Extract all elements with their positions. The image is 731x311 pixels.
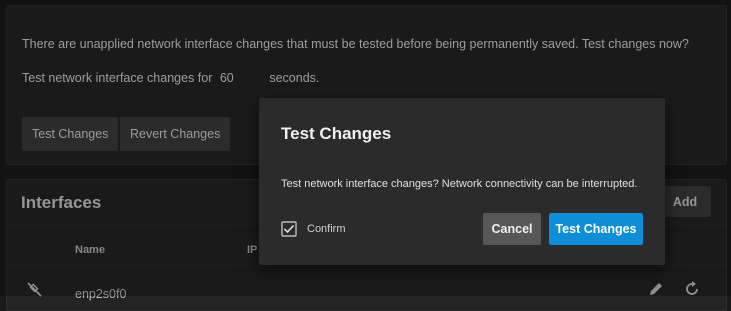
dialog-title: Test Changes	[281, 124, 392, 143]
confirm-test-changes-button[interactable]: Test Changes	[549, 213, 643, 245]
confirm-checkbox-label[interactable]: Confirm	[307, 223, 346, 235]
test-changes-dialog: Test Changes Test network interface chan…	[259, 98, 665, 265]
cancel-button[interactable]: Cancel	[483, 213, 541, 245]
dialog-message: Test network interface changes? Network …	[281, 178, 638, 190]
confirm-checkbox[interactable]	[281, 221, 297, 237]
